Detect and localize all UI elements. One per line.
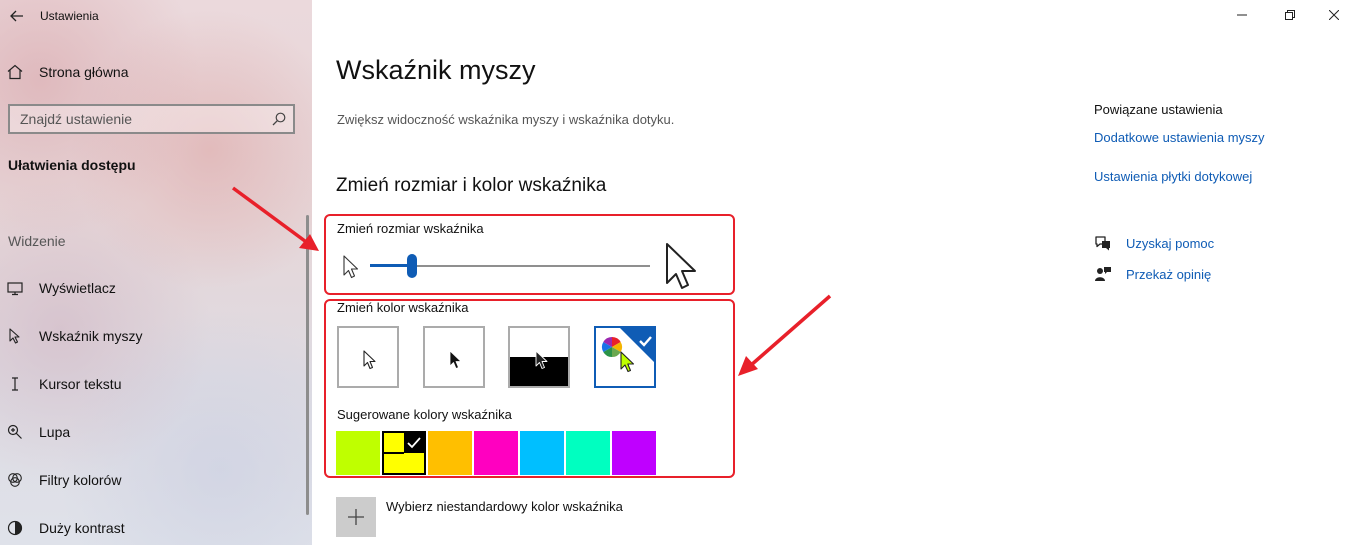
search-icon[interactable] (271, 111, 287, 132)
feedback-link[interactable]: Przekaż opinię (1126, 267, 1211, 282)
sidebar-item-color-filters[interactable]: Filtry kolorów (0, 460, 300, 500)
minimize-button[interactable] (1218, 0, 1266, 30)
app-title: Ustawienia (40, 9, 99, 23)
home-icon (6, 63, 24, 81)
text-cursor-icon (6, 375, 24, 393)
section-heading: Ułatwienia dostępu (8, 157, 136, 173)
back-arrow-icon (10, 10, 23, 22)
annotation-box-color (324, 299, 735, 478)
sidebar-item-label: Filtry kolorów (39, 472, 122, 488)
annotation-box-size (324, 214, 735, 295)
sidebar-item-display[interactable]: Wyświetlacz (0, 268, 300, 308)
sidebar-item-home[interactable]: Strona główna (0, 52, 300, 92)
sidebar-item-label: Kursor tekstu (39, 376, 122, 392)
custom-color-label: Wybierz niestandardowy kolor wskaźnika (386, 499, 623, 514)
related-settings-title: Powiązane ustawienia (1094, 102, 1223, 117)
annotation-arrow-left (231, 186, 319, 251)
restore-icon (1285, 10, 1295, 20)
custom-color-button[interactable] (336, 497, 376, 537)
get-help-link[interactable]: Uzyskaj pomoc (1126, 236, 1214, 251)
sidebar-item-label: Wyświetlacz (39, 280, 116, 296)
magnifier-icon (6, 423, 24, 441)
restore-button[interactable] (1266, 0, 1314, 30)
sidebar-item-label: Strona główna (39, 64, 129, 80)
page-description: Zwiększ widoczność wskaźnika myszy i wsk… (337, 112, 675, 127)
close-icon (1329, 10, 1339, 20)
sidebar-item-label: Duży kontrast (39, 520, 125, 536)
minimize-icon (1237, 14, 1247, 16)
close-button[interactable] (1310, 0, 1355, 30)
page-title: Wskaźnik myszy (336, 55, 536, 85)
get-help-icon (1095, 236, 1110, 251)
back-button[interactable] (0, 0, 34, 32)
additional-mouse-settings-link[interactable]: Dodatkowe ustawienia myszy (1094, 130, 1265, 145)
section-title: Zmień rozmiar i kolor wskaźnika (336, 175, 607, 196)
contrast-icon (6, 519, 24, 537)
sidebar-item-label: Wskaźnik myszy (39, 328, 143, 344)
annotation-arrow-right (738, 294, 832, 376)
sidebar-scrollbar[interactable] (306, 215, 309, 515)
color-filter-icon (6, 471, 24, 489)
sidebar: Ustawienia Strona główna Ułatwienia dost… (0, 0, 312, 545)
sidebar-item-high-contrast[interactable]: Duży kontrast (0, 508, 300, 545)
touchpad-settings-link[interactable]: Ustawienia płytki dotykowej (1094, 169, 1252, 184)
search-input[interactable] (10, 106, 270, 132)
plus-icon (348, 509, 364, 525)
group-label: Widzenie (8, 233, 66, 249)
monitor-icon (6, 279, 24, 297)
sidebar-item-mouse-pointer[interactable]: Wskaźnik myszy (0, 316, 300, 356)
search-box (8, 104, 295, 134)
mouse-pointer-icon (6, 327, 24, 345)
feedback-icon (1095, 267, 1111, 281)
sidebar-item-magnifier[interactable]: Lupa (0, 412, 300, 452)
sidebar-item-text-cursor[interactable]: Kursor tekstu (0, 364, 300, 404)
sidebar-item-label: Lupa (39, 424, 71, 440)
